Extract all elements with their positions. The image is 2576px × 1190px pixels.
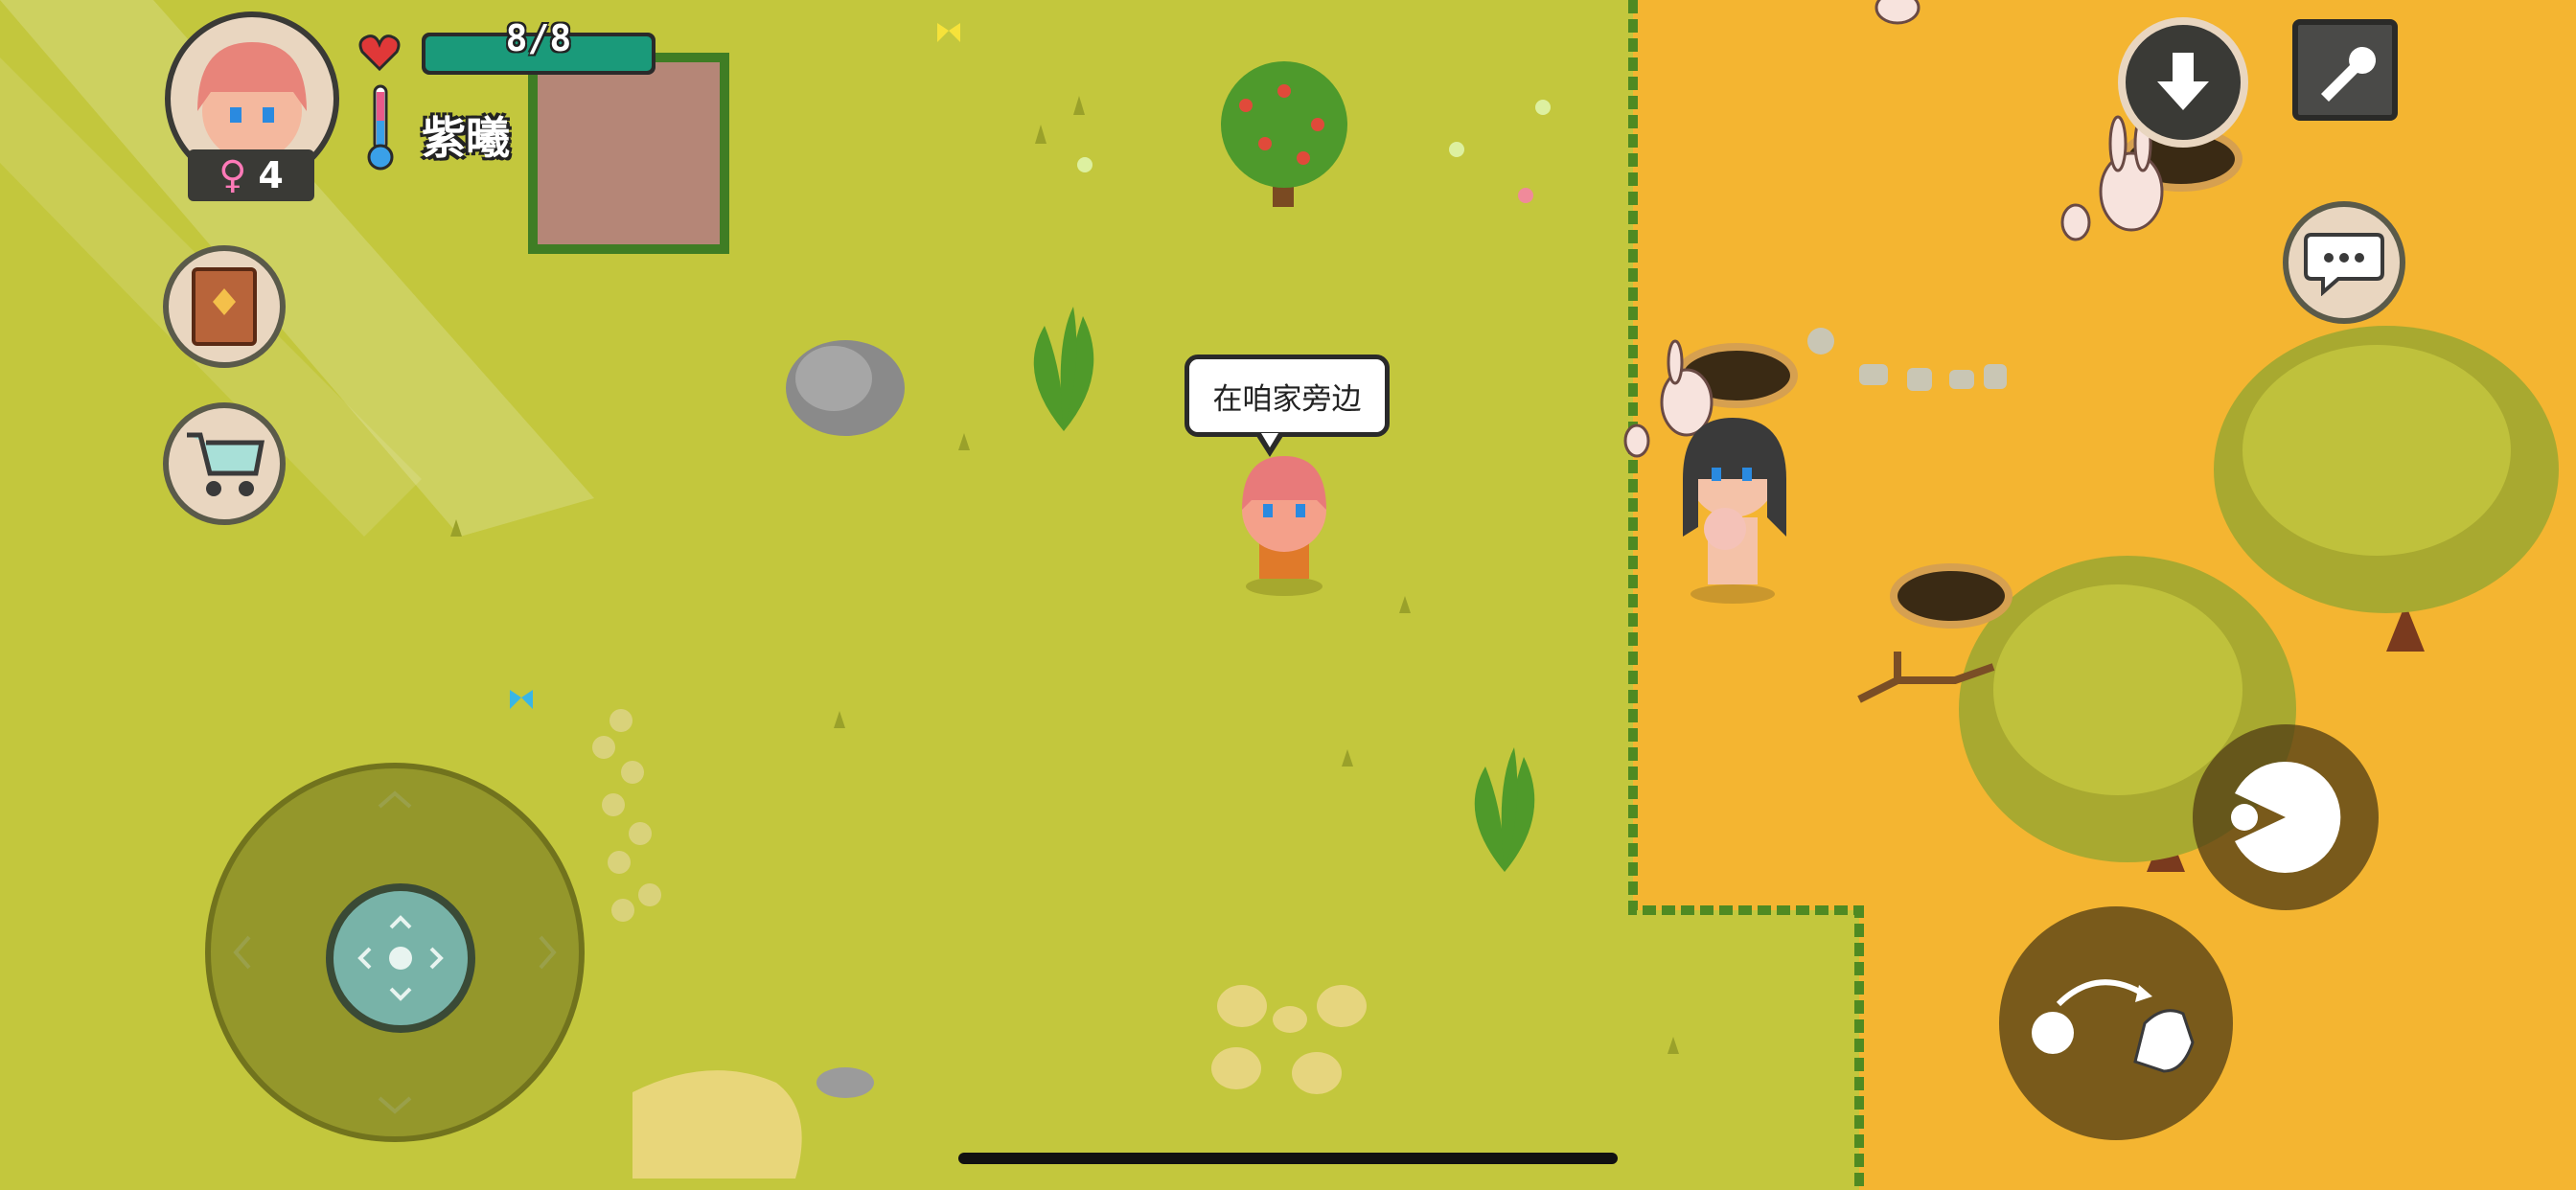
shopping-cart-icon bbox=[187, 432, 265, 496]
boulder bbox=[786, 340, 905, 436]
heart-icon bbox=[358, 34, 401, 71]
eat-button[interactable] bbox=[2193, 724, 2379, 910]
throw-button[interactable] bbox=[1999, 906, 2233, 1140]
home-indicator[interactable] bbox=[958, 1153, 1618, 1164]
joystick-thumb[interactable] bbox=[326, 883, 475, 1033]
drop-arrow-icon bbox=[2157, 53, 2209, 110]
player-name: 紫曦 bbox=[422, 112, 510, 164]
wrench-icon bbox=[2321, 46, 2377, 102]
health-text: 8/8 bbox=[505, 17, 572, 59]
thermometer-icon bbox=[367, 84, 394, 171]
chat-icon bbox=[2304, 233, 2384, 296]
recipe-book-icon bbox=[192, 267, 257, 346]
chat-button[interactable] bbox=[2283, 201, 2405, 324]
speech-bubble: 在咱家旁边 bbox=[1184, 355, 1390, 457]
small-rock bbox=[816, 1067, 874, 1098]
recipe-book-button[interactable] bbox=[163, 245, 286, 368]
drop-item-button[interactable] bbox=[2118, 17, 2248, 148]
health-bar: 8/8 bbox=[422, 17, 656, 75]
virtual-joystick[interactable] bbox=[205, 763, 585, 1142]
shop-button[interactable] bbox=[163, 402, 286, 525]
eat-pacman-icon bbox=[2231, 762, 2341, 873]
throw-hand-icon bbox=[2032, 979, 2195, 1073]
age-value: 4 bbox=[258, 154, 284, 196]
female-icon: ♀ bbox=[218, 153, 247, 197]
joystick-center-icon bbox=[357, 915, 444, 1001]
age-badge: ♀ 4 bbox=[188, 149, 314, 201]
settings-button[interactable] bbox=[2292, 19, 2398, 121]
tilled-soil-plot bbox=[528, 53, 729, 254]
